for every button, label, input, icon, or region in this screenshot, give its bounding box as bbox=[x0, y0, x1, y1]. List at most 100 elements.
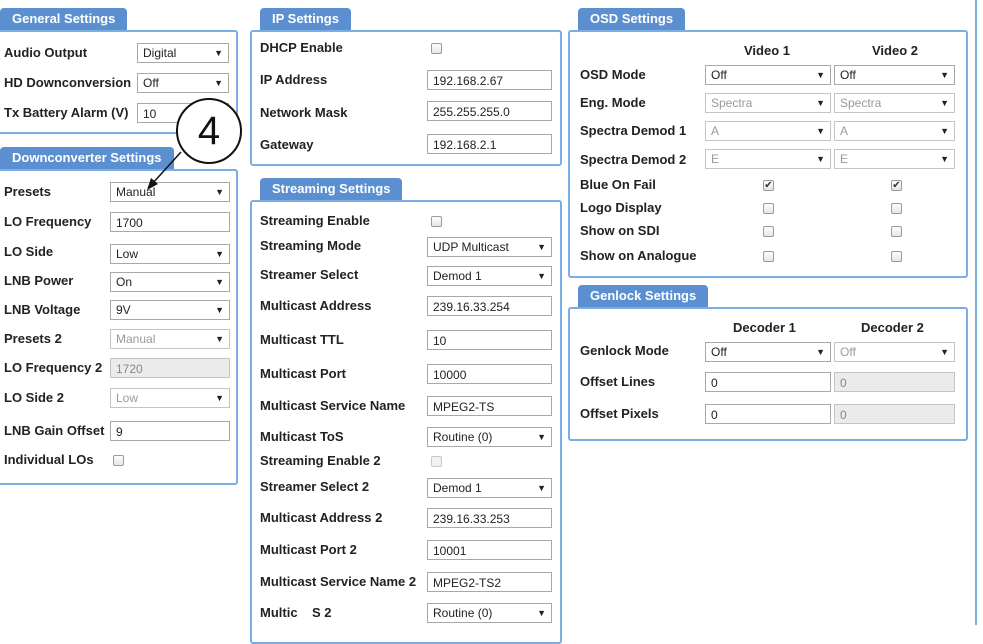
chevron-down-icon: ▼ bbox=[940, 98, 949, 108]
network-mask-input[interactable]: 255.255.255.0 bbox=[427, 101, 552, 121]
multicast-port-label: Multicast Port bbox=[260, 366, 346, 381]
chevron-down-icon: ▼ bbox=[816, 126, 825, 136]
downconverter-settings-title: Downconverter Settings bbox=[0, 147, 174, 169]
offset-pixels-decoder-2-input[interactable]: 0 bbox=[834, 404, 955, 424]
multicast-tos-2-select[interactable]: Routine (0) ▼ bbox=[427, 603, 552, 623]
lnb-power-select[interactable]: On ▼ bbox=[110, 272, 230, 292]
genlock-column-decoder-1: Decoder 1 bbox=[733, 320, 796, 335]
multicast-tos-2-label: Multic S 2 bbox=[260, 605, 332, 620]
multicast-service-name-input[interactable]: MPEG2-TS bbox=[427, 396, 552, 416]
checkmark-icon: ✔ bbox=[764, 180, 773, 191]
chevron-down-icon: ▼ bbox=[940, 70, 949, 80]
ip-address-input[interactable]: 192.168.2.67 bbox=[427, 70, 552, 90]
chevron-down-icon: ▼ bbox=[215, 305, 224, 315]
lnb-gain-offset-label: LNB Gain Offset bbox=[4, 423, 105, 438]
chevron-down-icon: ▼ bbox=[215, 187, 224, 197]
eng-mode-label: Eng. Mode bbox=[580, 95, 646, 110]
osd-mode-video-1-select[interactable]: Off ▼ bbox=[705, 65, 831, 85]
osd-mode-video-2-select[interactable]: Off ▼ bbox=[834, 65, 955, 85]
osd-mode-label: OSD Mode bbox=[580, 67, 646, 82]
gateway-input[interactable]: 192.168.2.1 bbox=[427, 134, 552, 154]
audio-output-select[interactable]: Digital ▼ bbox=[137, 43, 229, 63]
eng-mode-video-2-select[interactable]: Spectra ▼ bbox=[834, 93, 955, 113]
streamer-select-select[interactable]: Demod 1 ▼ bbox=[427, 266, 552, 286]
show-on-analogue-video-1-checkbox[interactable] bbox=[763, 251, 774, 262]
streaming-settings-title: Streaming Settings bbox=[260, 178, 403, 200]
chevron-down-icon: ▼ bbox=[537, 483, 546, 493]
osd-column-video-1: Video 1 bbox=[744, 43, 791, 58]
chevron-down-icon: ▼ bbox=[214, 48, 223, 58]
blue-on-fail-video-2-checkbox[interactable]: ✔ bbox=[891, 180, 902, 191]
ip-address-label: IP Address bbox=[260, 72, 328, 87]
multicast-port-input[interactable]: 10000 bbox=[427, 364, 552, 384]
spectra-demod-2-video-2-select[interactable]: E ▼ bbox=[834, 149, 955, 169]
presets-select[interactable]: Manual ▼ bbox=[110, 182, 230, 202]
streaming-enable-checkbox[interactable] bbox=[431, 216, 442, 227]
gateway-label: Gateway bbox=[260, 137, 314, 152]
streamer-select-label: Streamer Select bbox=[260, 267, 359, 282]
lnb-power-label: LNB Power bbox=[4, 273, 74, 288]
offset-lines-decoder-2-input[interactable]: 0 bbox=[834, 372, 955, 392]
multicast-port-2-input[interactable]: 10001 bbox=[427, 540, 552, 560]
multicast-ttl-input[interactable]: 10 bbox=[427, 330, 552, 350]
streaming-enable-2-label: Streaming Enable 2 bbox=[260, 453, 381, 468]
ip-settings-title: IP Settings bbox=[260, 8, 351, 30]
spectra-demod-2-label: Spectra Demod 2 bbox=[580, 152, 687, 167]
presets-2-select[interactable]: Manual ▼ bbox=[110, 329, 230, 349]
tx-battery-alarm-label: Tx Battery Alarm (V) bbox=[4, 105, 129, 120]
show-on-sdi-label: Show on SDI bbox=[580, 223, 660, 238]
lo-frequency-2-input[interactable]: 1720 bbox=[110, 358, 230, 378]
multicast-service-name-2-label: Multicast Service Name 2 bbox=[260, 574, 417, 589]
lo-side-2-select[interactable]: Low ▼ bbox=[110, 388, 230, 408]
chevron-down-icon: ▼ bbox=[215, 393, 224, 403]
chevron-down-icon: ▼ bbox=[537, 608, 546, 618]
multicast-port-2-label: Multicast Port 2 bbox=[260, 542, 357, 557]
lo-side-label: LO Side bbox=[4, 244, 54, 259]
streaming-mode-select[interactable]: UDP Multicast ▼ bbox=[427, 237, 552, 257]
spectra-demod-1-video-2-select[interactable]: A ▼ bbox=[834, 121, 955, 141]
multicast-address-2-input[interactable]: 239.16.33.253 bbox=[427, 508, 552, 528]
show-on-analogue-label: Show on Analogue bbox=[580, 248, 697, 263]
individual-los-checkbox[interactable] bbox=[113, 455, 124, 466]
spectra-demod-1-video-1-select[interactable]: A ▼ bbox=[705, 121, 831, 141]
presets-label: Presets bbox=[4, 184, 51, 199]
show-on-sdi-video-1-checkbox[interactable] bbox=[763, 226, 774, 237]
general-settings-title: General Settings bbox=[0, 8, 128, 30]
osd-column-video-2: Video 2 bbox=[872, 43, 919, 58]
chevron-down-icon: ▼ bbox=[940, 347, 949, 357]
streamer-select-2-select[interactable]: Demod 1 ▼ bbox=[427, 478, 552, 498]
blue-on-fail-video-1-checkbox[interactable]: ✔ bbox=[763, 180, 774, 191]
multicast-tos-select[interactable]: Routine (0) ▼ bbox=[427, 427, 552, 447]
lnb-voltage-label: LNB Voltage bbox=[4, 302, 81, 317]
presets-2-label: Presets 2 bbox=[4, 331, 62, 346]
chevron-down-icon: ▼ bbox=[214, 78, 223, 88]
offset-lines-decoder-1-input[interactable]: 0 bbox=[705, 372, 831, 392]
hd-downconversion-select[interactable]: Off ▼ bbox=[137, 73, 229, 93]
multicast-service-name-2-input[interactable]: MPEG2-TS2 bbox=[427, 572, 552, 592]
chevron-down-icon: ▼ bbox=[215, 277, 224, 287]
streaming-enable-2-checkbox[interactable] bbox=[431, 456, 442, 467]
lnb-gain-offset-input[interactable]: 9 bbox=[110, 421, 230, 441]
genlock-mode-decoder-1-select[interactable]: Off ▼ bbox=[705, 342, 831, 362]
offset-pixels-decoder-1-input[interactable]: 0 bbox=[705, 404, 831, 424]
spectra-demod-2-video-1-select[interactable]: E ▼ bbox=[705, 149, 831, 169]
audio-output-label: Audio Output bbox=[4, 45, 88, 60]
logo-display-video-1-checkbox[interactable] bbox=[763, 203, 774, 214]
chevron-down-icon: ▼ bbox=[816, 347, 825, 357]
checkmark-icon: ✔ bbox=[892, 180, 901, 191]
eng-mode-video-1-select[interactable]: Spectra ▼ bbox=[705, 93, 831, 113]
chevron-down-icon: ▼ bbox=[816, 154, 825, 164]
multicast-address-input[interactable]: 239.16.33.254 bbox=[427, 296, 552, 316]
chevron-down-icon: ▼ bbox=[537, 432, 546, 442]
dhcp-enable-checkbox[interactable] bbox=[431, 43, 442, 54]
lo-side-select[interactable]: Low ▼ bbox=[110, 244, 230, 264]
genlock-mode-decoder-2-select[interactable]: Off ▼ bbox=[834, 342, 955, 362]
lo-frequency-input[interactable]: 1700 bbox=[110, 212, 230, 232]
lo-frequency-label: LO Frequency bbox=[4, 214, 92, 229]
show-on-sdi-video-2-checkbox[interactable] bbox=[891, 226, 902, 237]
logo-display-video-2-checkbox[interactable] bbox=[891, 203, 902, 214]
right-border bbox=[975, 0, 977, 625]
lnb-voltage-select[interactable]: 9V ▼ bbox=[110, 300, 230, 320]
offset-pixels-label: Offset Pixels bbox=[580, 406, 659, 421]
show-on-analogue-video-2-checkbox[interactable] bbox=[891, 251, 902, 262]
